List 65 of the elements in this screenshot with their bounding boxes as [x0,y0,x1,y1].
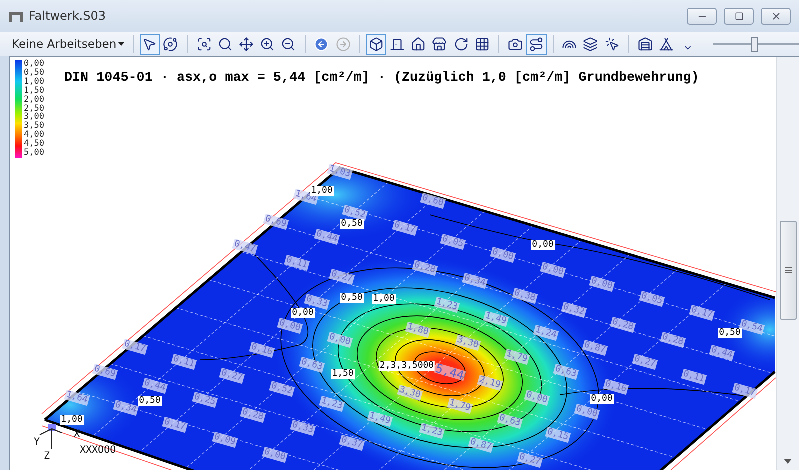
legend-label: 2,50 [24,104,44,114]
rotate-icon [454,36,469,52]
legend-label: 0,00 [24,60,44,69]
legend-label: 3,50 [24,122,44,132]
layers-icon [583,36,598,52]
contour-label: 0,00 [291,308,315,318]
scrollbar-thumb[interactable] [780,221,796,320]
contour-label: 0,50 [138,396,162,406]
axis-triad-drawing [38,421,64,451]
contour-label: 0,50 [340,293,364,303]
contour-label: 2,3,3,5000 [378,361,436,371]
warehouse-icon [638,36,653,52]
legend-label: 1,00 [24,78,44,87]
forward-icon [336,36,351,52]
axis-label: Z [44,452,50,462]
cube-icon [368,36,384,52]
legend-label: 5,00 [24,149,44,158]
house-icon [411,36,426,52]
window-title: Faltwerk.S03 [29,9,107,23]
route-button[interactable] [526,34,547,54]
contour-label: 1,00 [60,415,84,425]
legend-label: 1,50 [24,86,44,96]
legend-label: 2,00 [24,96,44,105]
camera-icon [508,36,523,52]
cube-button[interactable] [366,34,386,54]
axis-label: Y [34,438,40,448]
maximize-button[interactable] [724,8,754,24]
contour-label: 0,50 [718,328,742,338]
slider-thumb[interactable] [751,36,758,52]
door-icon [390,36,405,52]
app-icon [8,9,24,23]
arrow-down-icon[interactable] [784,459,792,464]
move-icon [238,36,254,52]
caret-icon [118,42,125,46]
contour-label: 1,00 [372,294,396,304]
legend-label: 4,00 [24,131,44,140]
minimize-button[interactable] [687,8,717,24]
contour-label: 1,50 [331,369,355,379]
zoom-out-icon [281,36,296,52]
close-button[interactable] [761,8,791,24]
legend-label: 0,50 [24,68,44,78]
maximize-icon [734,12,744,20]
route-icon [529,36,544,52]
back-icon [314,36,330,52]
grid-icon [474,36,490,52]
zoom-icon [196,36,212,52]
orbit-icon [163,36,178,52]
workplane-dropdown[interactable]: Keine Arbeitseben [10,37,127,51]
grip-icon [784,267,792,274]
search-icon [218,36,233,52]
max-value-label: 5,44 [434,362,466,382]
legend-label: 3,00 [24,113,44,122]
store-icon [432,36,448,52]
result-title: DIN 1045-01 · asx,o max = 5,44 [cm²/m] · (Zuzüglich 1,0 [cm²/m] Grundbewehrung) [64,71,700,88]
contour-label: 0,50 [340,219,364,229]
contour-label: 0,00 [590,394,614,404]
close-icon [770,10,782,22]
cursor-icon [604,36,620,52]
pointer-button[interactable] [140,34,160,54]
contour-label: 0,00 [531,240,555,250]
origin-label: XXXOOO [80,446,116,456]
zoom-in-icon [260,36,276,52]
axis-label: X [74,430,80,440]
legend-label: 4,50 [24,140,44,150]
pointer-icon [142,36,158,52]
